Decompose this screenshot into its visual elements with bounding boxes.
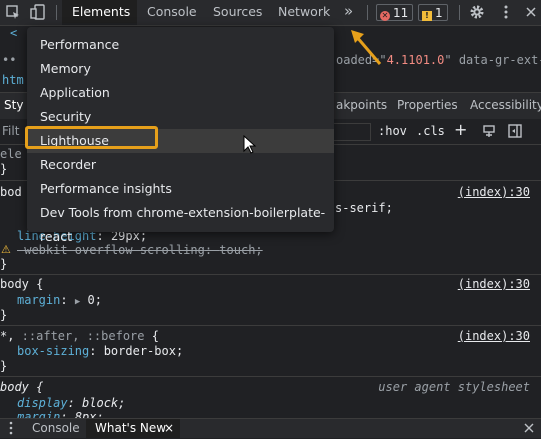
tab-breakpoints[interactable]: akpoints (336, 93, 387, 119)
warning-icon: ! (422, 11, 432, 21)
dom-attr-fragment-b: " data-gr-ext- (444, 53, 541, 67)
css-declaration[interactable]: margin: ▶ 0; (17, 293, 102, 310)
highlight-box (25, 126, 158, 149)
css-property: display (17, 396, 68, 410)
css-value: touch; (219, 243, 263, 257)
selector-brace: { (144, 329, 159, 343)
warning-count: 1 (435, 6, 443, 20)
menu-item-extension-devtools[interactable]: Dev Tools from chrome-extension-boilerpl… (27, 201, 334, 244)
close-drawer-icon[interactable] (522, 421, 536, 438)
selector-pseudo: ::after, ::before (14, 329, 145, 343)
rule-selector: body { (0, 380, 44, 394)
tab-accessibility[interactable]: Accessibility (470, 93, 541, 119)
tab-styles[interactable]: Sty (4, 93, 23, 119)
drawer-menu-icon[interactable] (6, 420, 16, 439)
user-agent-label: user agent stylesheet (378, 380, 530, 394)
css-value: border-box; (103, 344, 184, 358)
inspect-icon[interactable] (5, 4, 21, 20)
warning-count-badge[interactable]: ! 1 (418, 4, 448, 21)
expand-triangle-icon[interactable]: ▶ (75, 297, 80, 307)
menu-item-performance-insights[interactable]: Performance insights (27, 177, 334, 201)
filter-input[interactable]: Filt (2, 124, 19, 138)
hov-toggle[interactable]: :hov (378, 124, 407, 138)
font-family-value-fragment: s-serif; (335, 201, 393, 215)
rule-separator (0, 376, 541, 377)
rule-source-link[interactable]: (index):30 (458, 329, 530, 343)
filter-field-edge[interactable] (334, 123, 371, 141)
rule-close-brace: } (0, 257, 8, 271)
error-count-badge[interactable]: ✕ 11 (376, 4, 414, 21)
dom-attr-value: 4.1101.0 (386, 53, 445, 67)
rule-close-brace: } (0, 308, 8, 322)
warning-icon: ⚠ (1, 243, 11, 256)
drawer-tab-console[interactable]: Console (32, 419, 80, 438)
css-property: box-sizing (17, 344, 90, 358)
devtools-toolbar: Elements Console Sources Network » ✕ 11 !… (0, 0, 541, 26)
css-declaration: display: block; (17, 396, 126, 410)
drawer-tab-whats-new[interactable]: What's New × (86, 419, 180, 438)
rule-close-brace: } (0, 359, 8, 373)
error-icon: ✕ (380, 11, 390, 21)
menu-item-memory[interactable]: Memory (27, 57, 334, 81)
tab-elements[interactable]: Elements (62, 0, 137, 25)
close-devtools-icon[interactable] (523, 4, 539, 20)
element-style-selector: ele (0, 147, 22, 161)
dom-html-tag: htm (2, 73, 24, 87)
css-value: 0; (87, 293, 102, 307)
rule-selector: bod (0, 185, 22, 199)
cls-toggle[interactable]: .cls (416, 124, 445, 138)
annotation-arrow-icon (351, 30, 382, 65)
more-tabs-button[interactable]: » (334, 0, 363, 25)
rule-close-brace: } (0, 162, 8, 176)
drawer-tabbar: Console What's New × (0, 418, 541, 438)
new-style-rule-button[interactable]: + (454, 120, 467, 139)
css-declaration[interactable]: box-sizing: border-box; (17, 344, 183, 359)
menu-item-application[interactable]: Application (27, 81, 334, 105)
device-toolbar-icon[interactable] (30, 4, 46, 20)
rule-separator (0, 274, 541, 275)
tab-properties[interactable]: Properties (397, 93, 458, 119)
drawer-tab-label: What's New (95, 421, 167, 435)
close-tab-icon[interactable]: × (164, 419, 174, 438)
menu-item-recorder[interactable]: Recorder (27, 153, 334, 177)
computed-styles-icon[interactable] (481, 123, 497, 142)
rule-selector[interactable]: *, ::after, ::before { (0, 329, 159, 344)
error-count: 11 (393, 6, 409, 20)
menu-item-performance[interactable]: Performance (27, 33, 334, 57)
tab-network[interactable]: Network (268, 0, 340, 25)
css-value: block; (82, 396, 126, 410)
toolbar-divider (367, 5, 368, 20)
rule-source-link[interactable]: (index):30 (458, 185, 530, 199)
kebab-menu-icon[interactable] (498, 4, 514, 20)
rule-selector[interactable]: body { (0, 277, 43, 292)
rule-source-link[interactable]: (index):30 (458, 277, 530, 291)
tab-sources[interactable]: Sources (203, 0, 272, 25)
rule-separator (0, 325, 541, 326)
toggle-sidebar-icon[interactable] (507, 123, 523, 142)
css-property: margin (17, 293, 61, 307)
mouse-cursor-icon (243, 135, 257, 154)
toolbar-divider (459, 5, 460, 20)
gear-icon[interactable] (469, 4, 485, 20)
toolbar-divider (56, 5, 57, 20)
selector-universal: *, (0, 329, 15, 343)
tab-console[interactable]: Console (137, 0, 207, 25)
